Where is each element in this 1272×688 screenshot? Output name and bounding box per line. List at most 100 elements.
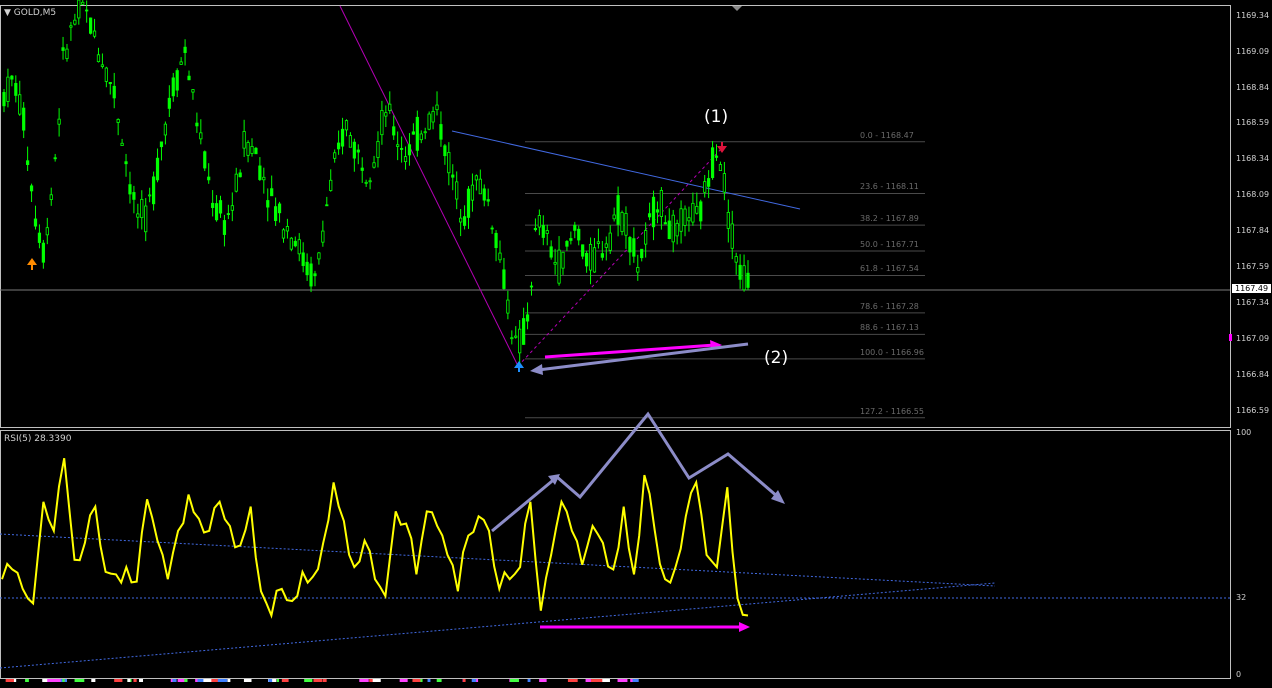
- candle-body: [199, 132, 203, 140]
- chevron-down-icon[interactable]: ▼: [4, 8, 14, 18]
- candle-body: [466, 188, 471, 218]
- strip-tick: [617, 679, 628, 682]
- candle-body: [651, 196, 656, 228]
- candle-body: [624, 213, 628, 236]
- candle-body: [234, 173, 238, 192]
- support-arrowhead-icon: [530, 364, 543, 375]
- candle-body: [337, 142, 341, 150]
- chart-canvas[interactable]: [0, 0, 1272, 684]
- candle-body: [679, 208, 683, 232]
- candle-body: [384, 112, 388, 117]
- candle-body: [730, 223, 734, 249]
- candle-body: [714, 155, 719, 158]
- candle-body: [333, 152, 337, 159]
- strip-tick: [184, 679, 188, 682]
- trading-chart-window[interactable]: ▼ GOLD,M5 RSI(5) 28.3390 1169.34 1169.09 1…: [0, 0, 1272, 684]
- strip-tick: [276, 679, 280, 682]
- candle-body: [305, 261, 309, 276]
- candle-body: [640, 248, 644, 259]
- candle-body: [297, 239, 301, 255]
- strip-tick: [602, 679, 605, 682]
- candle-body: [14, 83, 18, 96]
- candle-body: [427, 113, 431, 130]
- fib-level-label: 100.0 - 1166.96: [860, 347, 924, 357]
- candle-body: [667, 220, 671, 239]
- rsi-axis-tick: 32: [1236, 592, 1247, 602]
- candle-body: [104, 67, 108, 82]
- candle-body: [187, 75, 191, 81]
- candle-body: [49, 194, 53, 200]
- candle-body: [313, 273, 317, 277]
- rsi-pane-border: [0, 430, 1231, 679]
- candle-body: [250, 146, 254, 154]
- chart-shift-marker-icon[interactable]: [732, 6, 742, 11]
- candle-body: [746, 272, 750, 288]
- rsi-axis-tick: 100: [1236, 428, 1252, 437]
- symbol-dropdown[interactable]: ▼ GOLD,M5: [4, 8, 56, 18]
- candle-body: [490, 227, 494, 230]
- price-axis-tick: 1167.34: [1236, 298, 1270, 308]
- strip-tick: [585, 679, 591, 682]
- candle-body: [565, 241, 569, 247]
- strip-tick: [268, 679, 273, 682]
- wave-projection-path: [491, 411, 779, 533]
- candle-body: [289, 237, 293, 250]
- candle-body: [431, 110, 435, 123]
- candle-body: [529, 285, 534, 288]
- candle-body: [577, 228, 581, 241]
- strip-tick: [217, 679, 228, 682]
- candle-body: [380, 110, 384, 136]
- candle-body: [411, 131, 415, 135]
- candle-body: [549, 246, 553, 258]
- candle-body: [61, 47, 65, 51]
- strip-tick: [427, 679, 431, 682]
- candle-body: [447, 152, 451, 174]
- strip-tick: [471, 679, 477, 682]
- fib-level-label: 88.6 - 1167.13: [860, 323, 919, 333]
- candle-body: [2, 92, 6, 107]
- candle-body: [462, 216, 467, 226]
- candle-body: [403, 156, 408, 163]
- candle-body: [207, 176, 211, 181]
- candle-body: [218, 200, 223, 214]
- strip-tick: [304, 679, 313, 682]
- candle-body: [22, 107, 26, 131]
- candle-body: [144, 205, 148, 233]
- price-candles: [2, 0, 750, 367]
- candle-body: [604, 243, 608, 248]
- rsi-polyline: [1, 458, 749, 619]
- candle-body: [195, 122, 199, 127]
- candle-body: [451, 174, 455, 178]
- candle-body: [100, 64, 105, 67]
- strip-tick: [436, 679, 442, 682]
- candle-body: [707, 178, 711, 187]
- wave-1-label: (1): [704, 107, 729, 127]
- candle-body: [478, 178, 482, 195]
- strip-tick: [133, 679, 137, 682]
- candle-body: [474, 175, 478, 181]
- candle-body: [569, 238, 573, 241]
- strip-tick: [539, 679, 547, 682]
- strip-tick: [197, 679, 204, 682]
- candle-body: [29, 185, 34, 192]
- candle-body: [57, 118, 61, 125]
- candle-body: [270, 188, 274, 197]
- candle-body: [581, 244, 585, 257]
- fib-level-label: 0.0 - 1168.47: [860, 130, 914, 140]
- candle-body: [175, 70, 179, 91]
- resistance-trendline[interactable]: [451, 130, 801, 210]
- candle-body: [655, 209, 660, 213]
- candle-body: [734, 256, 738, 263]
- candle-body: [112, 85, 116, 99]
- candle-body: [376, 141, 380, 158]
- candle-body: [687, 217, 691, 222]
- strip-tick: [127, 679, 131, 682]
- candle-body: [356, 149, 360, 153]
- candle-body: [415, 116, 419, 151]
- candle-body: [372, 162, 376, 168]
- candle-body: [92, 30, 97, 37]
- fib-diagonal-line: [339, 5, 519, 367]
- candle-body: [171, 77, 175, 97]
- strip-tick: [42, 679, 48, 682]
- candle-body: [120, 142, 124, 146]
